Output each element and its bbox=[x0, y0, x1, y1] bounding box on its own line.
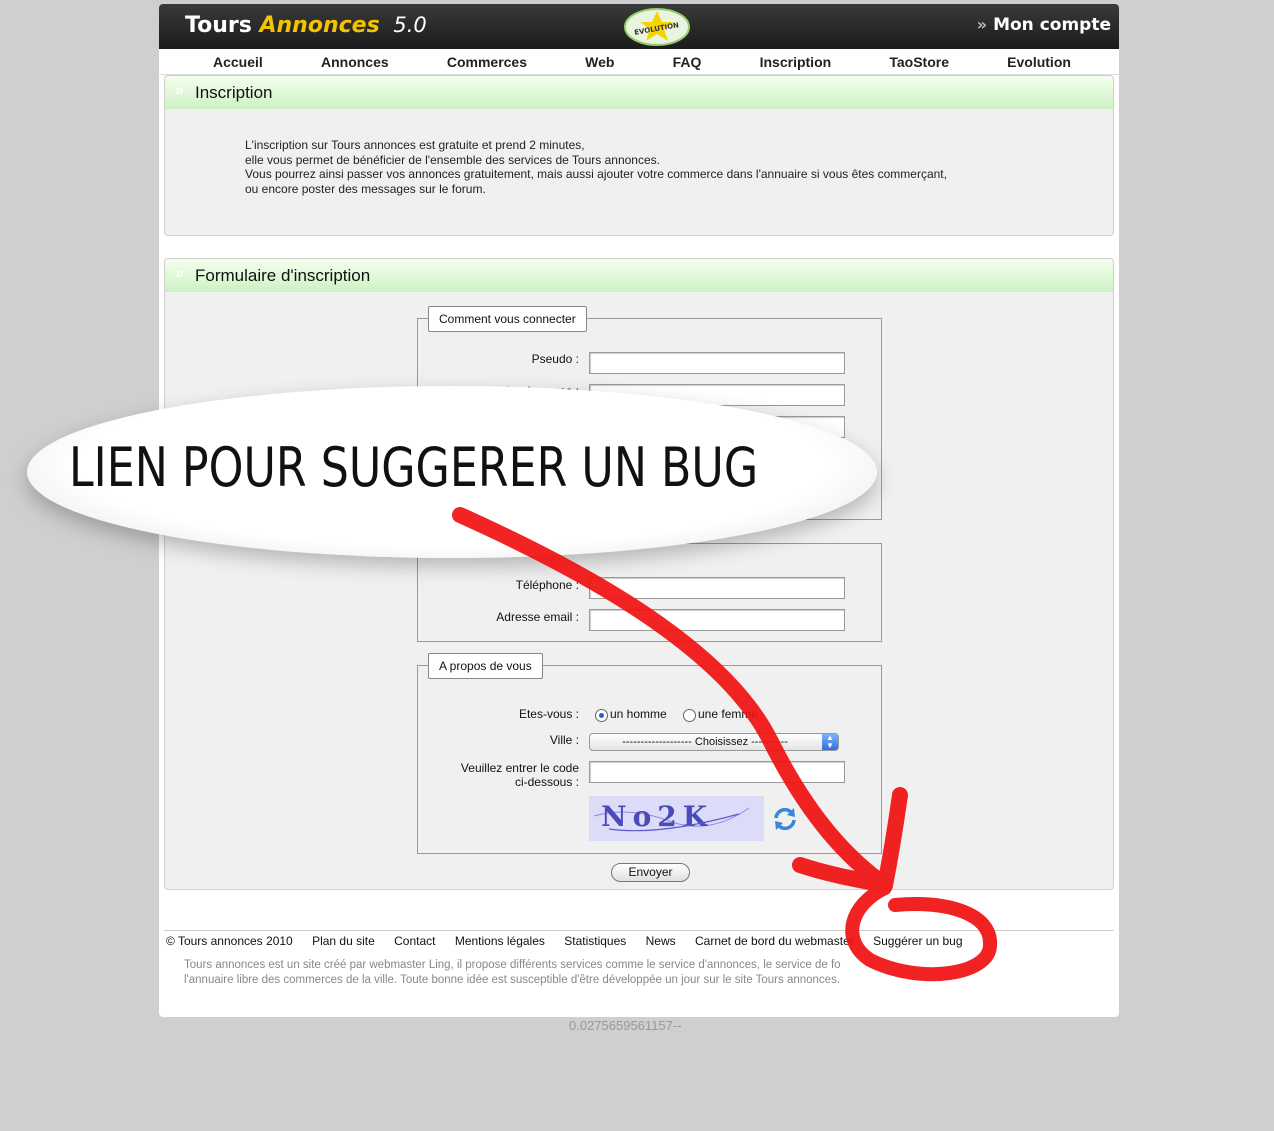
double-chevron-icon: » bbox=[175, 265, 184, 282]
logo-annonces: Annonces bbox=[259, 13, 380, 38]
footer-link-news[interactable]: News bbox=[646, 934, 676, 948]
site-header: Tours Annonces 5.0 EVOLUTION » Mon compte bbox=[159, 4, 1119, 49]
logo-tours: Tours bbox=[185, 13, 252, 38]
annotation-bubble-text: LIEN POUR SUGGERER UN BUG bbox=[69, 436, 759, 499]
intro-line: ou encore poster des messages sur le for… bbox=[245, 181, 486, 196]
inscription-panel: » Inscription L'inscription sur Tours an… bbox=[164, 75, 1114, 236]
footer-description: Tours annonces est un site créé par webm… bbox=[184, 958, 884, 988]
nav-commerces[interactable]: Commerces bbox=[447, 49, 527, 74]
form-title: Formulaire d'inscription bbox=[195, 266, 371, 285]
nav-evolution[interactable]: Evolution bbox=[1007, 49, 1071, 74]
gender-male-radio[interactable] bbox=[595, 709, 608, 722]
code-label-line1: Veuillez entrer le code bbox=[460, 761, 579, 775]
code-label-line2: ci-dessous : bbox=[514, 775, 579, 789]
nav-faq[interactable]: FAQ bbox=[673, 49, 702, 74]
footer-link-carnet[interactable]: Carnet de bord du webmaster bbox=[695, 934, 854, 948]
footer-link-contact[interactable]: Contact bbox=[394, 934, 435, 948]
double-chevron-icon: » bbox=[175, 82, 184, 99]
footer-link-plan[interactable]: Plan du site bbox=[312, 934, 375, 948]
city-label: Ville : bbox=[549, 733, 579, 747]
logo-version: 5.0 bbox=[393, 13, 427, 37]
footer-link-mentions[interactable]: Mentions légales bbox=[455, 934, 545, 948]
inscription-title: Inscription bbox=[195, 83, 273, 102]
nav-inscription[interactable]: Inscription bbox=[760, 49, 832, 74]
city-select[interactable]: ------------------- Choisissez ---------… bbox=[589, 733, 839, 751]
phone-label: Téléphone : bbox=[515, 578, 579, 592]
nav-web[interactable]: Web bbox=[585, 49, 614, 74]
captcha-image: No2K bbox=[589, 796, 764, 841]
evolution-badge-icon[interactable]: EVOLUTION bbox=[623, 7, 691, 47]
intro-line: L'inscription sur Tours annonces est gra… bbox=[245, 138, 585, 152]
code-label: Veuillez entrer le code ci-dessous : bbox=[461, 761, 579, 789]
email-label: Adresse email : bbox=[496, 610, 579, 624]
nav-accueil[interactable]: Accueil bbox=[213, 49, 263, 74]
account-label: Mon compte bbox=[993, 15, 1111, 35]
intro-line: elle vous permet de bénéficier de l'ense… bbox=[245, 152, 660, 167]
about-fieldset: A propos de vous Etes-vous : un homme un… bbox=[417, 653, 882, 854]
footer-links: © Tours annonces 2010 Plan du site Conta… bbox=[166, 934, 979, 948]
inscription-panel-header: » Inscription bbox=[165, 76, 1113, 109]
intro-line: Vous pourrez ainsi passer vos annonces g… bbox=[245, 167, 947, 181]
gender-female-label: une femme bbox=[698, 707, 759, 721]
inscription-intro: L'inscription sur Tours annonces est gra… bbox=[245, 138, 947, 196]
gender-female-radio[interactable] bbox=[683, 709, 696, 722]
captcha-input[interactable] bbox=[589, 761, 845, 783]
footer-link-suggest-bug[interactable]: Suggérer un bug bbox=[873, 934, 962, 948]
footer-divider bbox=[164, 930, 1114, 931]
captcha-text: No2K bbox=[601, 800, 713, 833]
form-panel: » Formulaire d'inscription Comment vous … bbox=[164, 258, 1114, 890]
refresh-icon[interactable] bbox=[770, 804, 800, 834]
email-input[interactable] bbox=[589, 609, 845, 631]
site-logo[interactable]: Tours Annonces 5.0 bbox=[185, 13, 427, 38]
select-arrows-icon: ▲ ▼ bbox=[822, 734, 838, 750]
pseudo-label: Pseudo : bbox=[531, 352, 579, 366]
page-timing: 0.0275659561157-- bbox=[569, 1018, 682, 1033]
nav-taostore[interactable]: TaoStore bbox=[889, 49, 949, 74]
footer-text-line1: Tours annonces est un site créé par webm… bbox=[184, 959, 841, 971]
main-nav: Accueil Annonces Commerces Web FAQ Inscr… bbox=[159, 49, 1119, 75]
submit-button[interactable]: Envoyer bbox=[611, 863, 690, 882]
form-panel-header: » Formulaire d'inscription bbox=[165, 259, 1113, 292]
nav-annonces[interactable]: Annonces bbox=[321, 49, 389, 74]
pseudo-input[interactable] bbox=[589, 352, 845, 374]
city-select-value: ------------------- Choisissez ---------… bbox=[622, 736, 788, 748]
about-legend: A propos de vous bbox=[428, 653, 543, 679]
contact-fieldset: Téléphone : Adresse email : bbox=[417, 543, 882, 642]
footer-link-stats[interactable]: Statistiques bbox=[564, 934, 626, 948]
phone-input[interactable] bbox=[589, 577, 845, 599]
double-chevron-icon: » bbox=[976, 15, 988, 34]
footer-copyright: © Tours annonces 2010 bbox=[166, 934, 293, 948]
account-link[interactable]: » Mon compte bbox=[977, 15, 1111, 35]
footer-text-line2: l'annuaire libre des commerces de la vil… bbox=[184, 974, 841, 986]
connect-legend: Comment vous connecter bbox=[428, 306, 587, 332]
gender-label: Etes-vous : bbox=[518, 707, 579, 721]
gender-male-label: un homme bbox=[610, 707, 667, 721]
